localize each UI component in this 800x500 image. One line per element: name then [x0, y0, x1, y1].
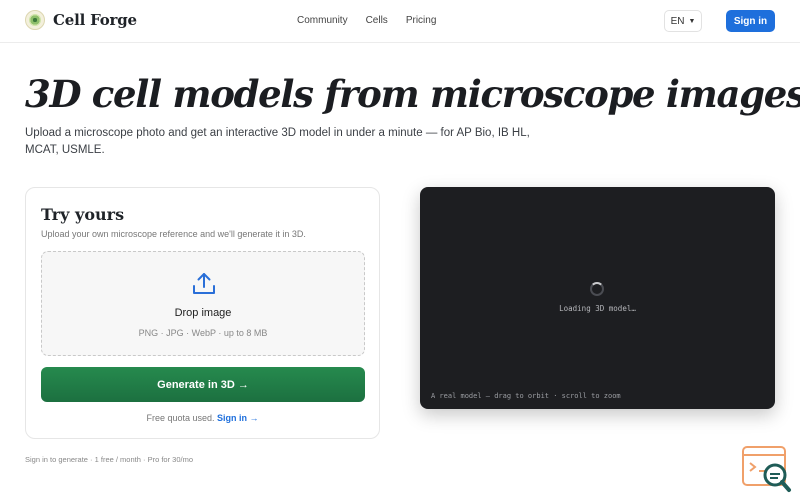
nav-link-cells[interactable]: Cells — [366, 15, 388, 26]
image-dropzone[interactable]: Drop image PNG · JPG · WebP · up to 8 MB — [41, 251, 365, 356]
dropzone-hint: PNG · JPG · WebP · up to 8 MB — [138, 328, 268, 338]
loading-spinner-icon — [590, 282, 604, 296]
model-viewer[interactable]: Loading 3D model… A real model — drag to… — [420, 187, 775, 409]
cell-logo-icon — [25, 10, 45, 30]
chevron-down-icon: ▼ — [688, 17, 696, 25]
signin-button[interactable]: Sign in — [726, 10, 775, 32]
language-label: EN — [670, 15, 685, 27]
loading-text: Loading 3D model… — [559, 304, 636, 313]
upload-card: Try yours Upload your own microscope ref… — [25, 187, 380, 439]
brand[interactable]: Cell Forge — [25, 10, 137, 30]
generate-button[interactable]: Generate in 3D → — [41, 367, 365, 402]
card-title: Try yours — [41, 205, 125, 224]
dropzone-title: Drop image — [174, 307, 232, 319]
viewer-caption: A real model — drag to orbit · scroll to… — [431, 392, 621, 400]
hero-title: 3D cell models from microscope images. — [25, 72, 800, 116]
nav-link-community[interactable]: Community — [297, 15, 348, 26]
upload-icon — [193, 273, 215, 294]
footnote: Sign in to generate · 1 free / month · P… — [25, 455, 194, 464]
top-nav: Cell Forge Community Cells Pricing EN ▼ … — [0, 0, 800, 43]
quota-text: Free quota used. — [146, 413, 215, 423]
language-select[interactable]: EN ▼ — [664, 10, 702, 32]
nav-links: Community Cells Pricing — [297, 15, 436, 26]
hero-subtitle: Upload a microscope photo and get an int… — [25, 127, 530, 156]
nav-link-pricing[interactable]: Pricing — [406, 15, 437, 26]
card-description: Upload your own microscope reference and… — [41, 229, 306, 239]
search-document-icon[interactable] — [742, 445, 792, 493]
quota-notice: Free quota used. Sign in → — [26, 413, 379, 423]
brand-name: Cell Forge — [53, 11, 137, 29]
quota-signin-link[interactable]: Sign in → — [217, 413, 259, 423]
